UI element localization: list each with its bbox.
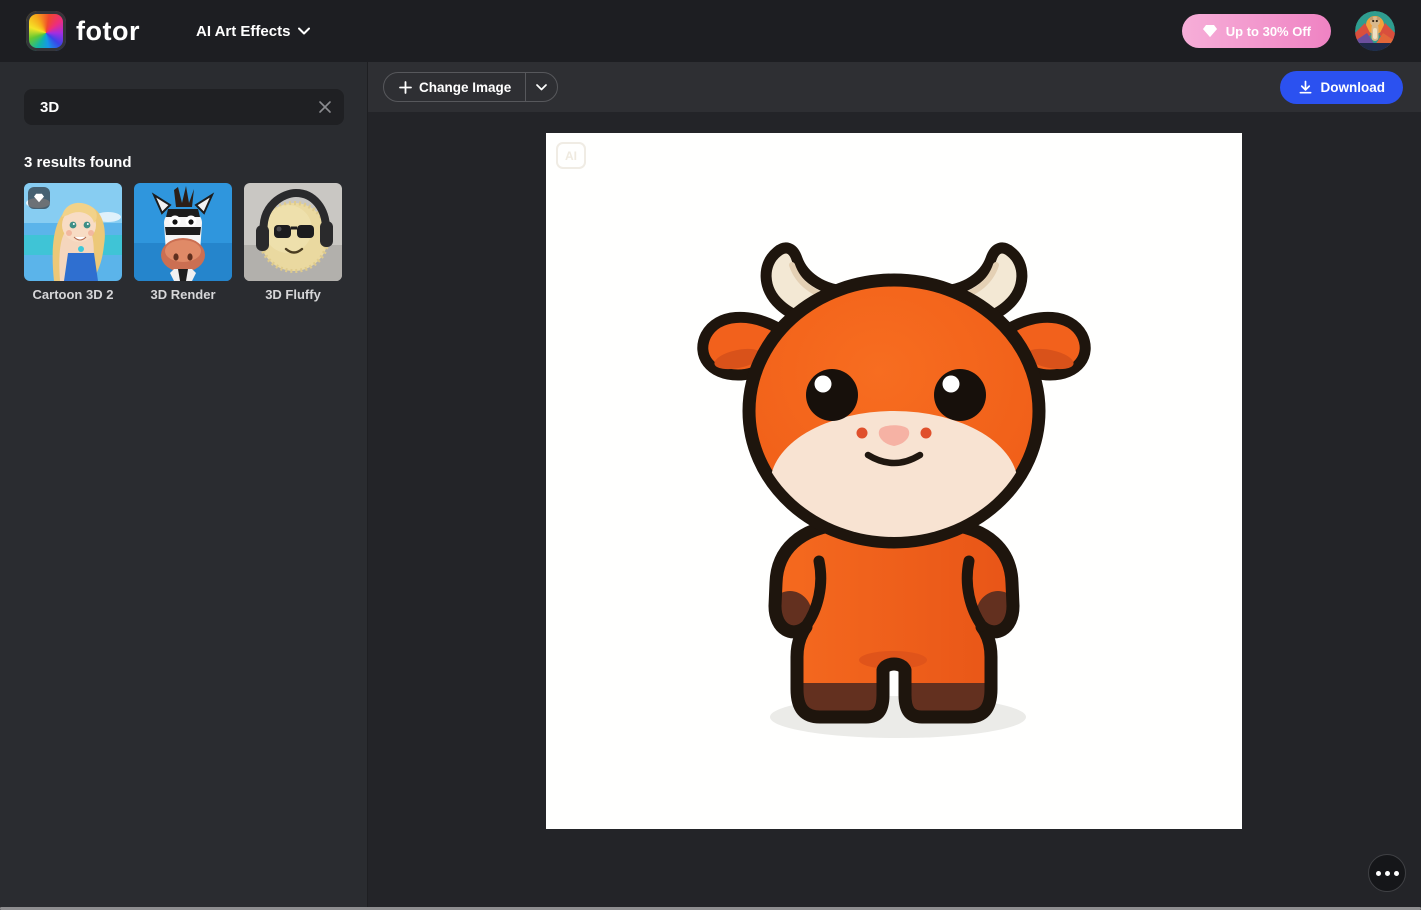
download-button[interactable]: Download [1280, 71, 1404, 104]
avatar-image [1355, 11, 1395, 51]
more-options-button[interactable] [1368, 854, 1406, 892]
search-clear-button[interactable] [316, 98, 334, 116]
user-avatar[interactable] [1355, 11, 1395, 51]
fotor-logo-icon [26, 11, 66, 51]
results-count: 3 results found [24, 154, 132, 171]
effects-sidebar: 3 results found [0, 62, 368, 908]
download-label: Download [1321, 80, 1386, 95]
close-icon [318, 100, 332, 114]
ai-badge-label: AI [565, 149, 577, 163]
effect-label: Cartoon 3D 2 [24, 287, 122, 302]
effect-results-list: Cartoon 3D 2 [24, 183, 342, 302]
ellipsis-icon [1376, 871, 1381, 876]
diamond-icon [1202, 24, 1218, 38]
promo-label: Up to 30% Off [1226, 24, 1311, 39]
effect-label: 3D Fluffy [244, 287, 342, 302]
upgrade-promo-button[interactable]: Up to 30% Off [1182, 14, 1331, 48]
effect-3d-fluffy[interactable]: 3D Fluffy [244, 183, 342, 302]
plus-icon [399, 81, 412, 94]
top-bar: fotor AI Art Effects Up to 30% Off [0, 0, 1421, 62]
search-input[interactable] [24, 89, 344, 125]
effect-cartoon-3d-2[interactable]: Cartoon 3D 2 [24, 183, 122, 302]
change-image-button[interactable]: Change Image [384, 73, 525, 101]
cow-artwork [546, 133, 1242, 829]
diamond-icon [33, 193, 45, 203]
ai-art-effects-dropdown[interactable]: AI Art Effects [196, 23, 310, 40]
change-image-split-button: Change Image [383, 72, 558, 102]
fotor-logo[interactable]: fotor [26, 11, 140, 51]
change-image-more-button[interactable] [525, 73, 557, 101]
chevron-down-icon [298, 27, 310, 35]
favorite-badge[interactable] [28, 187, 50, 209]
editor-toolbar: Change Image Download [368, 62, 1421, 112]
effect-3d-render-preview [134, 183, 232, 281]
ai-generated-badge: AI [556, 142, 586, 169]
editor-workspace: Change Image Download [368, 62, 1421, 910]
effect-label: 3D Render [134, 287, 232, 302]
nav-label: AI Art Effects [196, 23, 290, 40]
effect-3d-render[interactable]: 3D Render [134, 183, 232, 302]
download-icon [1298, 80, 1313, 95]
chevron-down-icon [536, 84, 547, 91]
effect-3d-fluffy-preview [244, 183, 342, 281]
image-canvas: AI [546, 133, 1242, 829]
brand-name: fotor [76, 16, 140, 47]
change-image-label: Change Image [419, 80, 511, 95]
